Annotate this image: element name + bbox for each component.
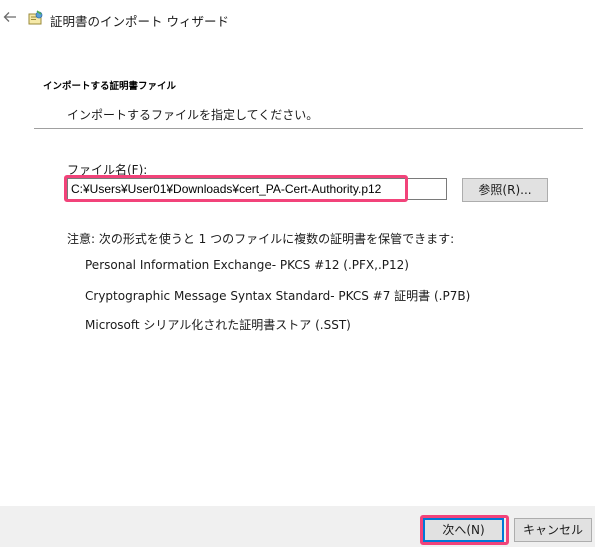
format-pkcs12: Personal Information Exchange- PKCS #12 … [85, 258, 409, 272]
back-arrow-icon[interactable] [2, 9, 18, 25]
next-button-highlight [420, 515, 509, 545]
browse-button[interactable]: 参照(R)... [462, 178, 548, 202]
format-pkcs7: Cryptographic Message Syntax Standard- P… [85, 289, 471, 303]
window-title: 証明書のインポート ウィザード [50, 14, 229, 29]
page-heading: インポートする証明書ファイル [43, 81, 177, 92]
header-divider [34, 128, 583, 129]
cancel-button[interactable]: キャンセル [514, 518, 592, 542]
certificate-wizard-icon [28, 10, 44, 26]
file-input-highlight [64, 175, 408, 202]
page-subheading: インポートするファイルを指定してください。 [67, 108, 319, 122]
format-sst: Microsoft シリアル化された証明書ストア (.SST) [85, 318, 351, 332]
formats-note: 注意: 次の形式を使うと 1 つのファイルに複数の証明書を保管できます: [67, 232, 455, 246]
